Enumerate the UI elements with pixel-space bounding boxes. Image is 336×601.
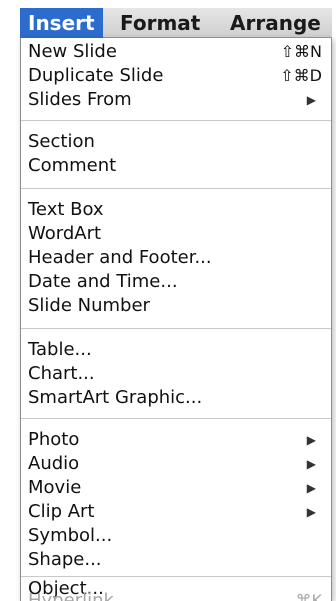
menu-insert[interactable]: Insert: [20, 8, 103, 38]
menu-item-shape[interactable]: Shape...: [28, 548, 326, 572]
menu-item-label: Header and Footer...: [28, 247, 212, 268]
menu-item-label: Comment: [28, 155, 117, 176]
screen: Insert Format Arrange New Slide ⇧⌘N Dupl…: [0, 0, 336, 601]
submenu-arrow-icon: ▶: [306, 93, 316, 107]
menu-item-label: Table...: [28, 339, 92, 360]
menu-item-label: Shape...: [28, 549, 102, 570]
menu-item-label: Text Box: [28, 199, 104, 220]
menu-item-wordart[interactable]: WordArt: [28, 222, 326, 246]
menu-item-audio[interactable]: Audio ▶: [28, 452, 326, 476]
menu-arrange[interactable]: Arrange: [230, 8, 321, 38]
menu-item-label: Audio: [28, 453, 80, 474]
menu-separator: [21, 328, 331, 329]
menu-item-label: SmartArt Graphic...: [28, 387, 203, 408]
menu-item-label: WordArt: [28, 223, 102, 244]
menu-item-label: Duplicate Slide: [28, 65, 164, 86]
menu-format[interactable]: Format: [120, 8, 200, 38]
menu-item-duplicate-slide[interactable]: Duplicate Slide ⇧⌘D: [28, 64, 326, 88]
menu-item-section[interactable]: Section: [28, 130, 326, 154]
shortcut-label: ⇧⌘D: [280, 66, 322, 85]
menu-separator: [21, 188, 331, 189]
menu-item-date-time[interactable]: Date and Time...: [28, 270, 326, 294]
submenu-arrow-icon: ▶: [306, 433, 316, 447]
menu-item-slide-number[interactable]: Slide Number: [28, 294, 326, 318]
menu-separator: [21, 418, 331, 419]
menu-item-label: Date and Time...: [28, 271, 178, 292]
menu-item-label: Movie: [28, 477, 82, 498]
menu-item-chart[interactable]: Chart...: [28, 362, 326, 386]
menu-item-text-box[interactable]: Text Box: [28, 198, 326, 222]
submenu-arrow-icon: ▶: [306, 481, 316, 495]
menu-item-new-slide[interactable]: New Slide ⇧⌘N: [28, 40, 326, 64]
menu-item-table[interactable]: Table...: [28, 338, 326, 362]
submenu-arrow-icon: ▶: [306, 505, 316, 519]
menu-item-photo[interactable]: Photo ▶: [28, 428, 326, 452]
shortcut-label: ⇧⌘N: [280, 42, 322, 61]
menu-item-label: Chart...: [28, 363, 95, 384]
left-margin: [0, 0, 20, 601]
menu-item-clip-art[interactable]: Clip Art ▶: [28, 500, 326, 524]
menu-item-label: Slides From: [28, 89, 132, 110]
menu-item-hyperlink: Hyperlink... ⌘K: [28, 590, 326, 601]
menu-bar: Insert Format Arrange: [20, 8, 332, 38]
menu-item-label: Photo: [28, 429, 80, 450]
menu-item-label: Section: [28, 131, 95, 152]
menu-item-header-footer[interactable]: Header and Footer...: [28, 246, 326, 270]
menu-item-smartart[interactable]: SmartArt Graphic...: [28, 386, 326, 410]
menu-item-label: Clip Art: [28, 501, 95, 522]
menu-item-slides-from[interactable]: Slides From ▶: [28, 88, 326, 112]
menu-item-comment[interactable]: Comment: [28, 154, 326, 178]
menu-item-label: Symbol...: [28, 525, 113, 546]
menu-separator: [21, 120, 331, 121]
submenu-arrow-icon: ▶: [306, 457, 316, 471]
menu-item-symbol[interactable]: Symbol...: [28, 524, 326, 548]
menu-separator: [21, 576, 331, 577]
menu-item-movie[interactable]: Movie ▶: [28, 476, 326, 500]
menu-item-label: Slide Number: [28, 295, 150, 316]
shortcut-label: ⌘K: [295, 591, 323, 601]
menu-item-label: Hyperlink...: [28, 590, 132, 601]
menu-item-label: New Slide: [28, 41, 117, 62]
